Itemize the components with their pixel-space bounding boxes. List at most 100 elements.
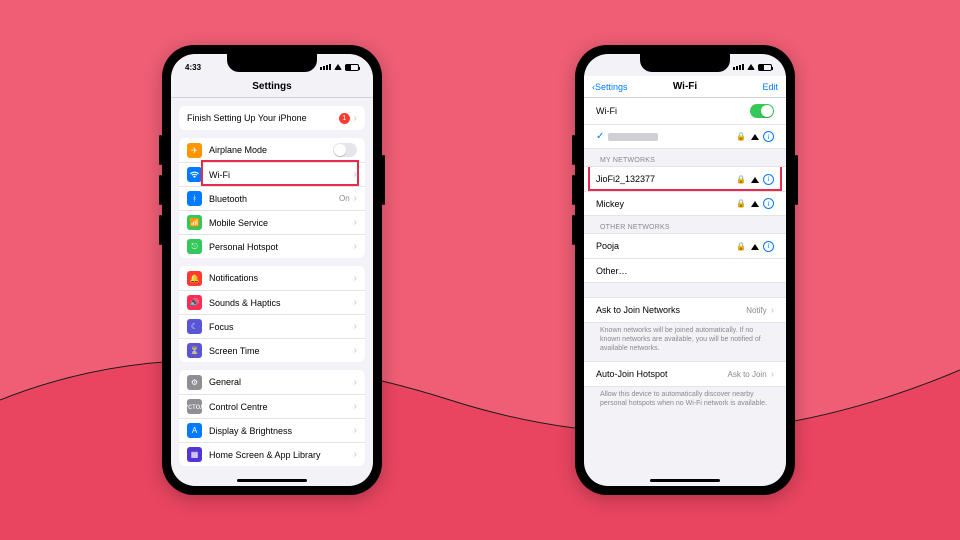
chevron-right-icon: › <box>354 449 357 460</box>
row-notifications[interactable]: 🔔 Notifications › <box>179 266 365 290</box>
chevron-right-icon: › <box>354 273 357 284</box>
chevron-right-icon: › <box>354 297 357 308</box>
nav-bar: Settings <box>171 76 373 98</box>
chevron-right-icon: › <box>354 193 357 204</box>
chevron-right-icon: › <box>354 169 357 180</box>
badge-icon: 1 <box>339 113 350 124</box>
hotspot-icon: ⎋ <box>187 239 202 254</box>
signal-icon <box>750 243 759 250</box>
signal-icon <box>750 176 759 183</box>
chevron-right-icon: › <box>354 241 357 252</box>
section-header-my-networks: MY NETWORKS <box>584 149 786 166</box>
row-label: Display & Brightness <box>209 426 354 436</box>
row-ask-to-join[interactable]: Ask to Join Networks Notify› <box>584 298 786 322</box>
chevron-right-icon: › <box>354 401 357 412</box>
info-icon[interactable]: i <box>763 198 774 209</box>
network-name: JioFi2_132377 <box>596 174 736 184</box>
lock-icon: 🔒 <box>736 242 746 251</box>
row-network-jiofi[interactable]: JioFi2_132377 🔒 i <box>584 167 786 191</box>
row-detail: Notify <box>746 306 766 315</box>
antenna-icon: 📶 <box>187 215 202 230</box>
wifi-icon <box>334 64 342 70</box>
lock-icon: 🔒 <box>736 132 746 141</box>
row-home-screen[interactable]: ▦ Home Screen & App Library › <box>179 442 365 466</box>
chevron-right-icon: › <box>354 321 357 332</box>
signal-icon <box>750 133 759 140</box>
battery-icon <box>758 64 772 71</box>
row-label: Sounds & Haptics <box>209 298 354 308</box>
wifi-icon <box>747 64 755 70</box>
row-label: Screen Time <box>209 346 354 356</box>
info-icon[interactable]: i <box>763 131 774 142</box>
row-auto-join-hotspot[interactable]: Auto-Join Hotspot Ask to Join › <box>584 362 786 386</box>
row-label: Mobile Service <box>209 218 354 228</box>
lock-icon: 🔒 <box>736 199 746 208</box>
row-label: Home Screen & App Library <box>209 450 354 460</box>
notch <box>227 54 317 72</box>
edit-button[interactable]: Edit <box>762 82 778 92</box>
row-label: Wi-Fi <box>596 106 750 116</box>
wifi-switch[interactable] <box>750 104 774 118</box>
row-screen-time[interactable]: ⏳ Screen Time › <box>179 338 365 362</box>
row-network-other[interactable]: Other… <box>584 258 786 282</box>
row-label: Auto-Join Hotspot <box>596 369 728 379</box>
battery-icon <box>345 64 359 71</box>
row-network-mickey[interactable]: Mickey 🔒 i <box>584 191 786 215</box>
row-label: Notifications <box>209 273 354 283</box>
home-indicator <box>650 479 720 482</box>
settings-content[interactable]: Finish Setting Up Your iPhone 1 › ✈ Airp… <box>171 98 373 486</box>
row-connected-network[interactable]: ✓ 🔒 i <box>584 124 786 148</box>
wifi-icon <box>187 167 202 182</box>
row-airplane-mode[interactable]: ✈ Airplane Mode <box>179 138 365 162</box>
group-finish-setup: Finish Setting Up Your iPhone 1 › <box>179 106 365 130</box>
chevron-right-icon: › <box>771 369 774 380</box>
airplane-switch[interactable] <box>333 143 357 157</box>
chevron-right-icon: › <box>771 305 774 316</box>
row-bluetooth[interactable]: ᚼ Bluetooth On› <box>179 186 365 210</box>
group-my-networks: JioFi2_132377 🔒 i Mickey 🔒 i <box>584 166 786 216</box>
back-label: Settings <box>595 82 628 92</box>
row-focus[interactable]: ☾ Focus › <box>179 314 365 338</box>
network-name: Pooja <box>596 241 736 251</box>
row-general[interactable]: ⚙ General › <box>179 370 365 394</box>
row-detail: On <box>339 194 350 203</box>
row-detail: Ask to Join <box>728 370 767 379</box>
group-auto-hotspot: Auto-Join Hotspot Ask to Join › <box>584 361 786 387</box>
row-wifi[interactable]: Wi-Fi › <box>179 162 365 186</box>
signal-icon <box>750 200 759 207</box>
info-icon[interactable]: i <box>763 174 774 185</box>
screen-settings: 4:33 Settings Finish Setting Up Your iPh… <box>171 54 373 486</box>
row-control-centre[interactable]: �столи Control Centre › <box>179 394 365 418</box>
bell-icon: 🔔 <box>187 271 202 286</box>
notch <box>640 54 730 72</box>
row-network-pooja[interactable]: Pooja 🔒 i <box>584 234 786 258</box>
sun-icon: A <box>187 423 202 438</box>
row-wifi-toggle[interactable]: Wi-Fi <box>584 98 786 124</box>
bluetooth-icon: ᚼ <box>187 191 202 206</box>
group-wifi-toggle: Wi-Fi ✓ 🔒 i <box>584 98 786 149</box>
network-name: Other… <box>596 266 774 276</box>
row-personal-hotspot[interactable]: ⎋ Personal Hotspot › <box>179 234 365 258</box>
row-sounds[interactable]: 🔊 Sounds & Haptics › <box>179 290 365 314</box>
page-title: Settings <box>252 81 291 92</box>
row-label: Wi-Fi <box>209 170 354 180</box>
info-icon[interactable]: i <box>763 241 774 252</box>
gear-icon: ⚙ <box>187 375 202 390</box>
group-other-networks: Pooja 🔒 i Other… <box>584 233 786 283</box>
row-finish-setup[interactable]: Finish Setting Up Your iPhone 1 › <box>179 106 365 130</box>
back-button[interactable]: ‹ Settings <box>592 82 628 92</box>
group-ask-join: Ask to Join Networks Notify› <box>584 297 786 323</box>
wifi-content[interactable]: Wi-Fi ✓ 🔒 i MY NETWORKS JioFi2 <box>584 98 786 486</box>
auto-hotspot-footer: Allow this device to automatically disco… <box>584 387 786 417</box>
checkmark-icon: ✓ <box>596 131 604 142</box>
chevron-right-icon: › <box>354 113 357 124</box>
cellular-icon <box>733 64 744 70</box>
home-indicator <box>237 479 307 482</box>
chevron-right-icon: › <box>354 345 357 356</box>
grid-icon: ▦ <box>187 447 202 462</box>
row-mobile-service[interactable]: 📶 Mobile Service › <box>179 210 365 234</box>
row-display[interactable]: A Display & Brightness › <box>179 418 365 442</box>
group-general: ⚙ General › �столи Control Centre › A Di… <box>179 370 365 466</box>
section-header-other-networks: OTHER NETWORKS <box>584 216 786 233</box>
row-label: Focus <box>209 322 354 332</box>
